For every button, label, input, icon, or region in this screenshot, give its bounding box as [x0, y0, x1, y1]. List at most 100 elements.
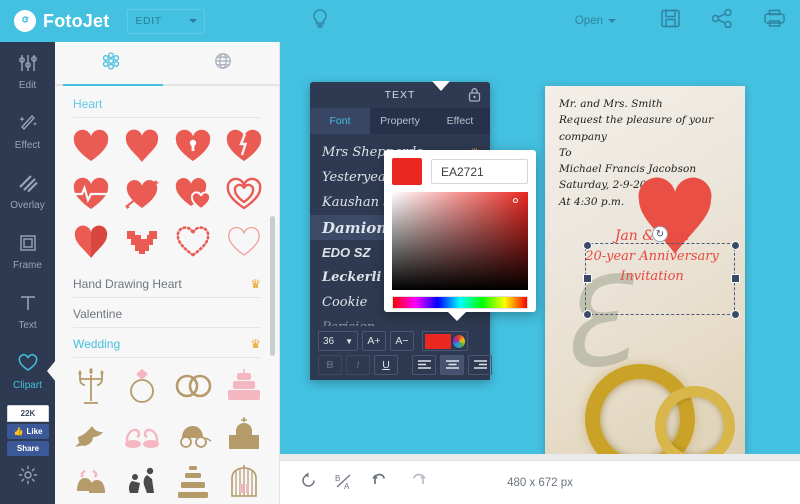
- facebook-share-button[interactable]: Share: [7, 441, 49, 456]
- color-picker[interactable]: EA2721: [384, 150, 536, 321]
- text-color-button[interactable]: [422, 331, 468, 351]
- clipart-item-wedding-cake[interactable]: [218, 362, 269, 410]
- clipart-item-heart-double[interactable]: [167, 170, 218, 218]
- hue-slider[interactable]: [392, 296, 528, 309]
- clipart-item-heart-pixel[interactable]: [116, 218, 167, 266]
- saturation-value-area[interactable]: [392, 192, 528, 290]
- selection-handle-middle-left[interactable]: [583, 274, 592, 283]
- lock-icon[interactable]: [468, 87, 481, 105]
- selection-handle-bottom-right[interactable]: [731, 310, 740, 319]
- settings-button[interactable]: [0, 465, 55, 490]
- sliders-icon: [18, 54, 38, 77]
- tips-button[interactable]: [295, 0, 345, 42]
- text-panel-header: TEXT: [310, 82, 490, 108]
- rotate-handle-icon[interactable]: ↻: [652, 226, 668, 242]
- sidebar-item-clipart[interactable]: Clipart: [0, 342, 56, 402]
- color-picker-swatch[interactable]: [392, 158, 422, 185]
- sidebar-item-frame[interactable]: Frame: [0, 222, 55, 282]
- category-header-heart[interactable]: Heart: [73, 88, 261, 118]
- category-header-valentine[interactable]: Valentine: [73, 298, 261, 328]
- redo-icon[interactable]: [408, 472, 427, 493]
- text-color-swatch: [425, 333, 451, 349]
- tab-font[interactable]: Font: [310, 108, 370, 134]
- tab-property[interactable]: Property: [370, 108, 430, 134]
- clipart-item-proposal-couple[interactable]: [116, 458, 167, 504]
- share-button[interactable]: [696, 8, 748, 34]
- align-left-icon[interactable]: [412, 355, 436, 375]
- selection-handle-middle-right[interactable]: [731, 274, 740, 283]
- tab-builtin-clipart[interactable]: [55, 42, 167, 84]
- mode-dropdown[interactable]: EDIT: [127, 8, 206, 34]
- clipart-item-candelabra[interactable]: [65, 362, 116, 410]
- rotate-icon[interactable]: [300, 472, 317, 494]
- clipart-item-diamond-ring[interactable]: [116, 362, 167, 410]
- tab-effect[interactable]: Effect: [430, 108, 490, 134]
- undo-icon[interactable]: [371, 472, 390, 493]
- open-dropdown[interactable]: Open: [575, 15, 616, 27]
- facebook-like-count: 22K: [7, 405, 49, 422]
- tab-online-clipart[interactable]: [167, 42, 279, 84]
- clipart-item-heart-pointed[interactable]: [116, 122, 167, 170]
- italic-button[interactable]: I: [346, 355, 370, 375]
- align-center-icon[interactable]: [440, 355, 464, 375]
- clipart-item-heart-folded[interactable]: [65, 218, 116, 266]
- lightbulb-icon: [310, 8, 330, 35]
- clipart-item-heart-broken[interactable]: [218, 122, 269, 170]
- clipart-panel-scrollbar[interactable]: [270, 216, 275, 356]
- clipart-item-heart-heartbeat[interactable]: [65, 170, 116, 218]
- clipart-item-two-rings[interactable]: [167, 362, 218, 410]
- underline-button[interactable]: U: [374, 355, 398, 375]
- sidebar-item-effect[interactable]: Effect: [0, 102, 55, 162]
- font-size-value: 36: [323, 335, 335, 347]
- top-bar-actions: Open: [575, 0, 800, 42]
- clipart-item-birdcage[interactable]: [218, 458, 269, 504]
- facebook-like-button[interactable]: 👍 Like: [7, 424, 49, 439]
- clipart-item-heart-solid[interactable]: [65, 122, 116, 170]
- clipart-item-two-swans[interactable]: [116, 410, 167, 458]
- card-line: company: [559, 130, 607, 143]
- selection-handle-top-left[interactable]: [583, 241, 592, 250]
- font-size-dropdown[interactable]: 36 ▼: [318, 331, 358, 351]
- sidebar-item-overlay[interactable]: Overlay: [0, 162, 55, 222]
- clipart-item-heart-lock[interactable]: [167, 122, 218, 170]
- save-button[interactable]: [644, 8, 696, 34]
- sidebar-item-label: Overlay: [10, 199, 45, 211]
- clipart-item-heart-stitched[interactable]: [167, 218, 218, 266]
- brand[interactable]: FotoJet: [14, 10, 109, 32]
- category-header-wedding[interactable]: Wedding ♛: [73, 328, 261, 358]
- clipart-item-church[interactable]: [218, 410, 269, 458]
- font-name: EDO SZ: [322, 245, 371, 260]
- selection-bounding-box[interactable]: [585, 243, 735, 315]
- clipart-panel-body[interactable]: Heart Hand Drawing Heart ♛ Valentine Wed…: [55, 88, 279, 504]
- selection-handle-top-right[interactable]: [731, 241, 740, 250]
- print-button[interactable]: [748, 8, 800, 34]
- flower-grid-icon: [102, 51, 120, 75]
- save-icon: [660, 8, 681, 34]
- selection-handle-bottom-left[interactable]: [583, 310, 592, 319]
- top-bar: FotoJet EDIT Open: [0, 0, 800, 42]
- align-right-icon[interactable]: [468, 355, 492, 375]
- clipart-item-carriage[interactable]: [167, 410, 218, 458]
- category-title: Heart: [73, 97, 103, 111]
- decrease-font-button[interactable]: A−: [390, 331, 414, 351]
- increase-font-button[interactable]: A+: [362, 331, 386, 351]
- clipart-item-heart-arrow[interactable]: [116, 170, 167, 218]
- bold-button[interactable]: B: [318, 355, 342, 375]
- clipart-item-cupcake-tower[interactable]: [167, 458, 218, 504]
- frame-icon: [18, 234, 38, 257]
- clipart-item-heart-outline-double[interactable]: [218, 170, 269, 218]
- sidebar-item-edit[interactable]: Edit: [0, 42, 55, 102]
- font-name: Cookie: [322, 295, 368, 310]
- color-picker-arrow: [448, 312, 466, 321]
- clipart-item-dove[interactable]: [65, 410, 116, 458]
- flip-ba-icon[interactable]: B A: [335, 473, 353, 493]
- wand-icon: [18, 114, 38, 137]
- clipart-item-wedding-bells[interactable]: [65, 458, 116, 504]
- color-hex-input[interactable]: EA2721: [431, 159, 528, 184]
- color-picker-cursor[interactable]: [513, 198, 518, 203]
- sidebar-item-text[interactable]: Text: [0, 282, 55, 342]
- fotojet-app: FotoJet EDIT Open Edit Effect Overlay Fr…: [0, 0, 800, 504]
- clipart-item-heart-thin-outline[interactable]: [218, 218, 269, 266]
- category-header-hand-drawing-heart[interactable]: Hand Drawing Heart ♛: [73, 268, 261, 298]
- color-wheel-icon: [452, 334, 465, 348]
